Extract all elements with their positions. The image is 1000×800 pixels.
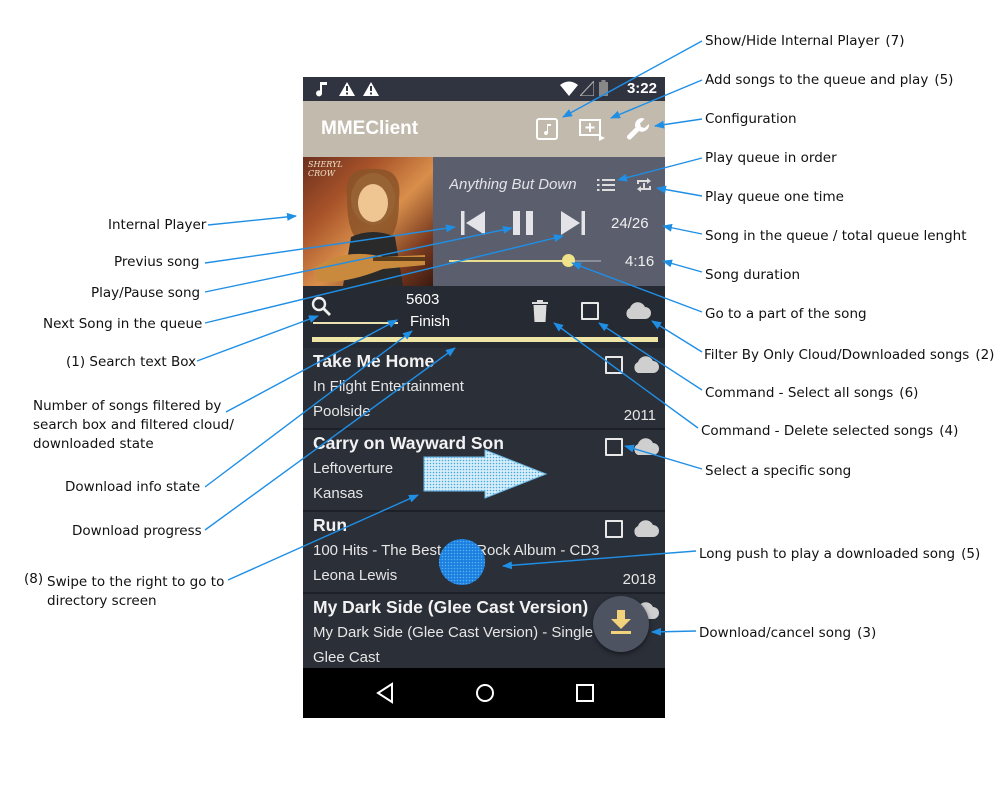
app-bar: MMEClient (303, 101, 665, 157)
song-select-checkbox[interactable] (605, 520, 623, 538)
show-hide-player-icon[interactable] (533, 115, 561, 143)
song-row-album: 100 Hits - The Best Soft Rock Album - CD… (313, 542, 600, 559)
annotation-label: Previus song (114, 254, 200, 270)
annotation-label: Configuration (705, 111, 797, 127)
album-art-photo (313, 168, 425, 286)
annotation-label: Play queue in order (705, 150, 837, 166)
annotation-label: Command - Select all songs (6) (705, 385, 919, 401)
download-icon (611, 610, 631, 634)
annotation-label: Download info state (65, 479, 201, 495)
annotation-label: Show/Hide Internal Player (7) (705, 33, 905, 49)
download-button[interactable] (593, 596, 649, 652)
app-title: MMEClient (321, 118, 419, 139)
add-to-queue-play-icon[interactable] (578, 115, 606, 143)
annotation-label: Next Song in the queue (43, 316, 203, 332)
song-row[interactable]: Take Me Home In Flight Entertainment Poo… (303, 348, 665, 430)
annotation-label: Swipe to the right to go to directory sc… (47, 574, 225, 609)
annotation-label: Song duration (705, 267, 801, 283)
song-row-artist: Leona Lewis (313, 567, 398, 584)
search-icon[interactable] (310, 295, 332, 317)
back-icon[interactable] (373, 680, 399, 706)
warning-icon (363, 82, 379, 96)
status-bar: 3:22 (303, 77, 665, 101)
annotation-label: Long push to play a downloaded song (5) (699, 546, 981, 562)
cloud-icon (634, 356, 659, 373)
navigation-bar (303, 668, 665, 718)
annotation-label: Play/Pause song (91, 285, 201, 301)
song-row-album: Leftoverture (313, 460, 394, 477)
song-row[interactable]: Run 100 Hits - The Best Soft Rock Album … (303, 512, 665, 594)
cloud-icon (634, 438, 659, 455)
annotation-label: Command - Delete selected songs (4) (701, 423, 959, 439)
repeat-once-icon[interactable] (635, 176, 653, 194)
seek-bar[interactable] (449, 260, 601, 262)
queue-position: 24/26 (611, 215, 649, 232)
annotation-label: Filter By Only Cloud/Downloaded songs (2) (704, 347, 995, 363)
seek-thumb[interactable] (561, 254, 575, 267)
trash-icon[interactable] (531, 300, 549, 322)
select-all-checkbox[interactable] (581, 302, 599, 320)
battery-icon (599, 80, 608, 96)
annotation-label: Download/cancel song (3) (699, 625, 877, 641)
song-select-checkbox[interactable] (605, 356, 623, 374)
song-row-artist: Glee Cast (313, 649, 380, 666)
annotation-label: Add songs to the queue and play (5) (705, 72, 954, 88)
song-row-album: In Flight Entertainment (313, 378, 464, 395)
warning-icon (339, 82, 355, 96)
song-select-checkbox[interactable] (605, 438, 623, 456)
queue-order-icon[interactable] (597, 177, 615, 193)
song-row-title: Take Me Home (313, 351, 435, 371)
internal-player: SHERYL CROW Anything But Down 24/26 4:16 (303, 157, 665, 286)
song-row-title: Carry on Wayward Son (313, 433, 504, 453)
song-row-artist: Poolside (313, 403, 371, 420)
phone-screen: 3:22 MMEClient SHERYL CROW Anything But … (303, 77, 665, 718)
wifi-icon (560, 81, 578, 96)
annotation-label: Go to a part of the song (705, 306, 867, 322)
song-row[interactable]: Carry on Wayward Son Leftoverture Kansas (303, 430, 665, 512)
annotation-label: Internal Player (108, 217, 207, 233)
annotation-number: (8) (24, 571, 44, 587)
music-note-icon (316, 82, 327, 97)
home-icon[interactable] (472, 680, 498, 706)
annotation-label: Select a specific song (705, 463, 852, 479)
pause-icon[interactable] (511, 209, 537, 237)
cloud-icon (634, 520, 659, 537)
annotation-label: Song in the queue / total queue lenght (705, 228, 967, 244)
annotation-label: Download progress (72, 523, 202, 539)
annotation-label: Number of songs filtered by search box a… (33, 398, 234, 452)
album-art: SHERYL CROW (303, 157, 433, 286)
song-title: Anything But Down (449, 176, 577, 193)
signal-icon (580, 81, 594, 96)
download-state: Finish (410, 313, 451, 330)
annotation-label: Play queue one time (705, 189, 844, 205)
annotation-label: (1) Search text Box (66, 354, 197, 370)
wrench-icon[interactable] (625, 115, 653, 143)
song-row-year: 2011 (623, 407, 656, 424)
filter-bar: 5603 Finish (303, 286, 665, 348)
seek-fill (449, 260, 568, 262)
song-row-title: Run (313, 515, 348, 535)
song-duration: 4:16 (625, 253, 655, 270)
download-progress-fill (312, 337, 658, 342)
song-row-year: 2018 (622, 571, 656, 588)
cloud-icon[interactable] (623, 300, 651, 320)
recents-icon[interactable] (572, 680, 598, 706)
next-icon[interactable] (559, 209, 587, 237)
song-row-album: My Dark Side (Glee Cast Version) - Singl… (313, 624, 594, 641)
download-progress-bar (312, 337, 658, 342)
song-row-title: My Dark Side (Glee Cast Version) (313, 597, 589, 617)
status-time: 3:22 (626, 80, 657, 97)
previous-icon[interactable] (459, 209, 487, 237)
search-input[interactable] (313, 322, 398, 324)
song-row-artist: Kansas (313, 485, 364, 502)
filtered-song-count: 5603 (406, 291, 440, 308)
